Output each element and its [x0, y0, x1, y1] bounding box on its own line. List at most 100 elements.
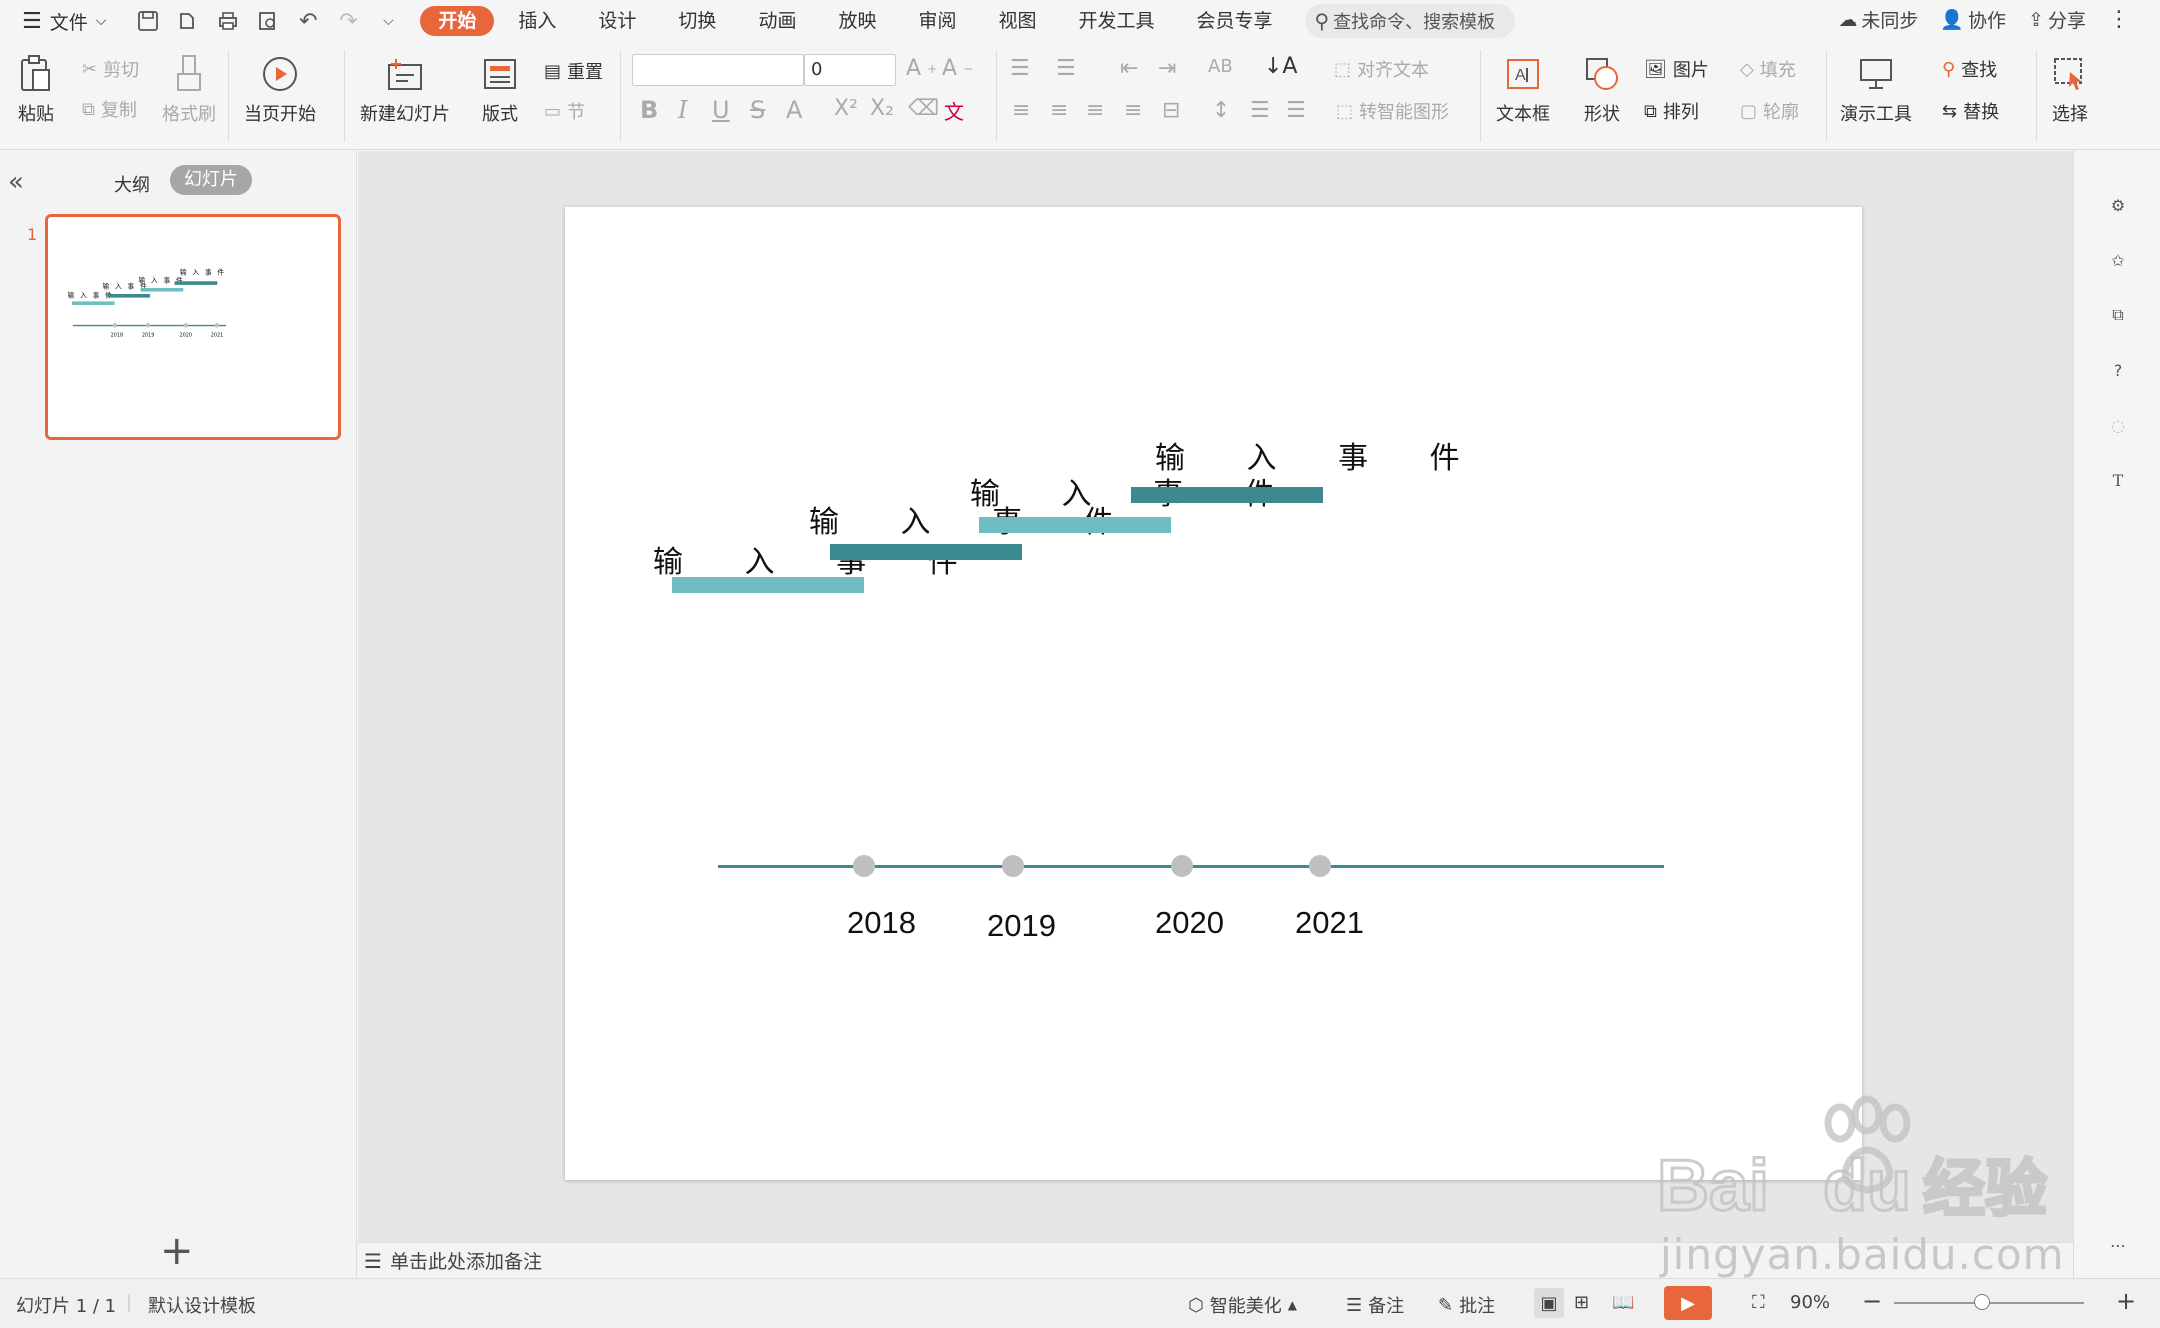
paragraph-spacing-button[interactable]: ☰: [1250, 98, 1270, 123]
event-label-4[interactable]: 输 入 事 件: [1155, 433, 1486, 477]
textbox-button[interactable]: A 文本框: [1496, 52, 1550, 126]
clear-format-icon[interactable]: ⌫: [908, 96, 939, 121]
copy-button[interactable]: ⧉ 复制: [82, 96, 137, 122]
timeline-marker-2018[interactable]: [853, 855, 875, 877]
undo-icon[interactable]: ↶: [294, 7, 322, 35]
event-bar-1[interactable]: [672, 577, 864, 593]
phonetic-guide-button[interactable]: 文: [944, 96, 964, 125]
tab-design[interactable]: 设计: [580, 6, 654, 36]
smart-beautify-button[interactable]: ⬡ 智能美化 ▲: [1188, 1292, 1297, 1318]
tab-member[interactable]: 会员专享: [1179, 6, 1291, 36]
zoom-slider-thumb[interactable]: [1974, 1294, 1990, 1310]
ideas-icon[interactable]: ◌: [2104, 411, 2132, 439]
event-bar-2[interactable]: [830, 544, 1022, 560]
align-center-button[interactable]: ≡: [1050, 98, 1068, 123]
print-icon[interactable]: [214, 7, 242, 35]
picture-button[interactable]: 🖼 图片: [1644, 56, 1709, 82]
slide[interactable]: 输 入 事 件 输 入 事 件 输 入 事 件 输 入 事 件 2018 201…: [565, 207, 1862, 1180]
replace-button[interactable]: ⇆ 替换: [1942, 98, 1999, 124]
slide-thumbnail[interactable]: 输入事件 输入事件 输入事件 输入事件 2018 2019 2020 2021: [45, 214, 341, 440]
template-name[interactable]: 默认设计模板: [148, 1292, 256, 1318]
italic-button[interactable]: I: [678, 96, 687, 124]
present-tools-button[interactable]: 演示工具: [1840, 52, 1912, 126]
redo-icon[interactable]: ↷: [334, 7, 362, 35]
play-from-current-button[interactable]: 当页开始: [244, 52, 316, 126]
year-label-2021[interactable]: 2021: [1295, 905, 1364, 941]
event-bar-4[interactable]: [1131, 487, 1323, 503]
command-search-box[interactable]: ⚲ 查找命令、搜索模板: [1304, 4, 1515, 38]
add-slide-plus-icon[interactable]: +: [160, 1231, 194, 1271]
increase-indent-button[interactable]: ⇥: [1158, 56, 1176, 81]
properties-icon[interactable]: ⚙: [2104, 191, 2132, 219]
year-label-2020[interactable]: 2020: [1155, 905, 1224, 941]
fill-button[interactable]: ◇ 填充: [1740, 56, 1796, 82]
slides-icon[interactable]: ⧉: [2104, 301, 2132, 329]
to-smartart-button[interactable]: ⬚ 转智能图形: [1336, 98, 1449, 124]
bullets-button[interactable]: ☰: [1010, 56, 1030, 81]
find-button[interactable]: ⚲ 查找: [1942, 56, 1997, 82]
reading-view-button[interactable]: 📖: [1612, 1292, 1634, 1313]
help-icon[interactable]: ?: [2104, 356, 2132, 384]
zoom-level[interactable]: 90%: [1790, 1292, 1830, 1313]
timeline-marker-2020[interactable]: [1171, 855, 1193, 877]
tab-insert[interactable]: 插入: [500, 6, 574, 36]
shrink-font-button[interactable]: A −: [942, 56, 973, 81]
paste-button[interactable]: 粘贴: [14, 52, 58, 126]
decrease-indent-button[interactable]: ⇤: [1120, 56, 1138, 81]
tab-developer[interactable]: 开发工具: [1061, 6, 1173, 36]
more-options-icon[interactable]: ⋮: [2108, 7, 2130, 32]
event-bar-3[interactable]: [979, 517, 1171, 533]
distribute-button[interactable]: ⊟: [1162, 98, 1180, 123]
year-label-2018[interactable]: 2018: [847, 905, 916, 941]
timeline-marker-2019[interactable]: [1002, 855, 1024, 877]
outline-button[interactable]: ▢ 轮廓: [1740, 98, 1799, 124]
zoom-out-button[interactable]: −: [1862, 1287, 1882, 1315]
format-painter-button[interactable]: 格式刷: [162, 52, 216, 126]
align-text-button[interactable]: ⬚ 对齐文本: [1334, 56, 1429, 82]
reset-button[interactable]: ▤ 重置: [544, 58, 603, 84]
timeline-marker-2021[interactable]: [1309, 855, 1331, 877]
file-menu[interactable]: ☰ 文件 ⌵: [22, 8, 106, 35]
bold-button[interactable]: B: [640, 96, 658, 124]
cut-button[interactable]: ✂ 剪切: [82, 56, 139, 82]
strikethrough-button[interactable]: S: [750, 96, 765, 124]
columns-button[interactable]: ☰: [1286, 98, 1306, 123]
select-button[interactable]: 选择: [2048, 52, 2092, 126]
grow-font-button[interactable]: A +: [906, 56, 937, 81]
new-slide-button[interactable]: 新建幻灯片: [360, 52, 450, 126]
numbering-button[interactable]: ☰: [1056, 56, 1076, 81]
notes-toggle-button[interactable]: ☰ 备注: [1346, 1292, 1404, 1318]
tab-transitions[interactable]: 切换: [660, 6, 734, 36]
align-left-button[interactable]: ≡: [1012, 98, 1030, 123]
tab-animations[interactable]: 动画: [740, 6, 814, 36]
pin-icon[interactable]: ✩: [2104, 246, 2132, 274]
share-button[interactable]: ⇪ 分享: [2028, 6, 2086, 33]
comments-button[interactable]: ✎ 批注: [1438, 1292, 1495, 1318]
underline-button[interactable]: U: [712, 96, 730, 124]
sync-status[interactable]: ☁ 未同步: [1838, 6, 1918, 33]
subscript-button[interactable]: X₂: [870, 96, 894, 121]
tab-outline[interactable]: 大纲: [114, 171, 150, 197]
layout-button[interactable]: 版式: [478, 52, 522, 126]
more-panels-icon[interactable]: ⋯: [2104, 1231, 2132, 1259]
collaborate-button[interactable]: 👤 协作: [1940, 6, 2006, 33]
superscript-button[interactable]: X²: [834, 96, 858, 121]
tab-view[interactable]: 视图: [980, 6, 1054, 36]
text-style-icon[interactable]: T: [2104, 466, 2132, 494]
tab-home[interactable]: 开始: [420, 6, 495, 36]
text-direction-button[interactable]: AB: [1208, 56, 1233, 77]
tab-review[interactable]: 审阅: [900, 6, 974, 36]
section-button[interactable]: ▭ 节: [544, 98, 585, 124]
fit-window-icon[interactable]: ⛶: [1752, 1292, 1765, 1313]
font-name-select[interactable]: [632, 54, 804, 86]
font-size-select[interactable]: 0: [804, 54, 896, 86]
print-preview-icon[interactable]: [254, 7, 282, 35]
export-icon[interactable]: [174, 7, 202, 35]
align-right-button[interactable]: ≡: [1086, 98, 1104, 123]
justify-button[interactable]: ≡: [1124, 98, 1142, 123]
arrange-button[interactable]: ⧉ 排列: [1644, 98, 1699, 124]
normal-view-button[interactable]: ▣: [1534, 1288, 1564, 1318]
tab-slides[interactable]: 幻灯片: [170, 165, 252, 195]
line-spacing-button[interactable]: ↕: [1212, 98, 1230, 123]
play-slideshow-button[interactable]: ▶: [1664, 1286, 1712, 1320]
